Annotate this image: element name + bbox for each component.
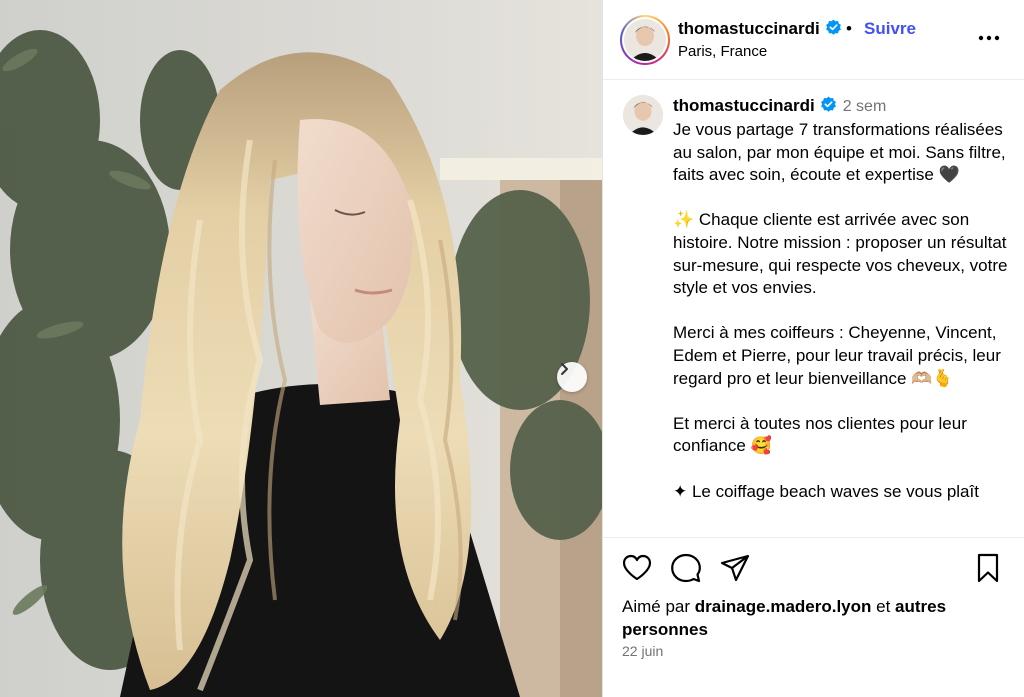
follow-button[interactable]: Suivre — [864, 19, 916, 39]
liked-by-user[interactable]: drainage.madero.lyon — [695, 597, 872, 616]
caption-timestamp[interactable]: 2 sem — [843, 98, 887, 115]
verified-badge-icon — [825, 19, 841, 35]
post-side-panel: thomastuccinardi • Suivre Paris, France … — [603, 0, 1024, 697]
heart-icon[interactable] — [621, 552, 653, 584]
comment-icon[interactable] — [670, 552, 702, 584]
caption-avatar[interactable] — [623, 95, 663, 135]
verified-badge-icon — [820, 96, 836, 112]
bookmark-icon[interactable] — [972, 552, 1004, 584]
likes-summary: Aimé par drainage.madero.lyon et autres … — [622, 595, 1002, 641]
separator-dot: • — [846, 19, 852, 38]
photo-illustration — [0, 0, 602, 697]
liked-middle: et — [871, 597, 896, 616]
caption-header: thomastuccinardi 2 sem — [673, 96, 886, 116]
post-actions: Aimé par drainage.madero.lyon et autres … — [603, 537, 1024, 697]
liked-prefix: Aimé par — [622, 597, 695, 616]
post-date[interactable]: 22 juin — [622, 643, 663, 659]
author-avatar-story-ring[interactable] — [620, 15, 670, 65]
post-header: thomastuccinardi • Suivre Paris, France — [603, 0, 1024, 80]
post-location[interactable]: Paris, France — [678, 43, 767, 60]
avatar — [624, 19, 666, 61]
chevron-right-icon — [561, 363, 568, 375]
post-photo[interactable] — [0, 0, 602, 697]
caption-username[interactable]: thomastuccinardi — [673, 96, 815, 115]
caption-text: Je vous partage 7 transformations réalis… — [673, 120, 1008, 501]
more-horizontal-icon[interactable] — [976, 25, 1002, 51]
next-photo-button[interactable] — [557, 362, 587, 392]
author-username[interactable]: thomastuccinardi — [678, 19, 842, 39]
author-username-text[interactable]: thomastuccinardi — [678, 19, 820, 38]
share-icon[interactable] — [719, 552, 751, 584]
caption-scroll-area[interactable]: thomastuccinardi 2 sem Je vous partage 7 … — [603, 81, 1024, 537]
